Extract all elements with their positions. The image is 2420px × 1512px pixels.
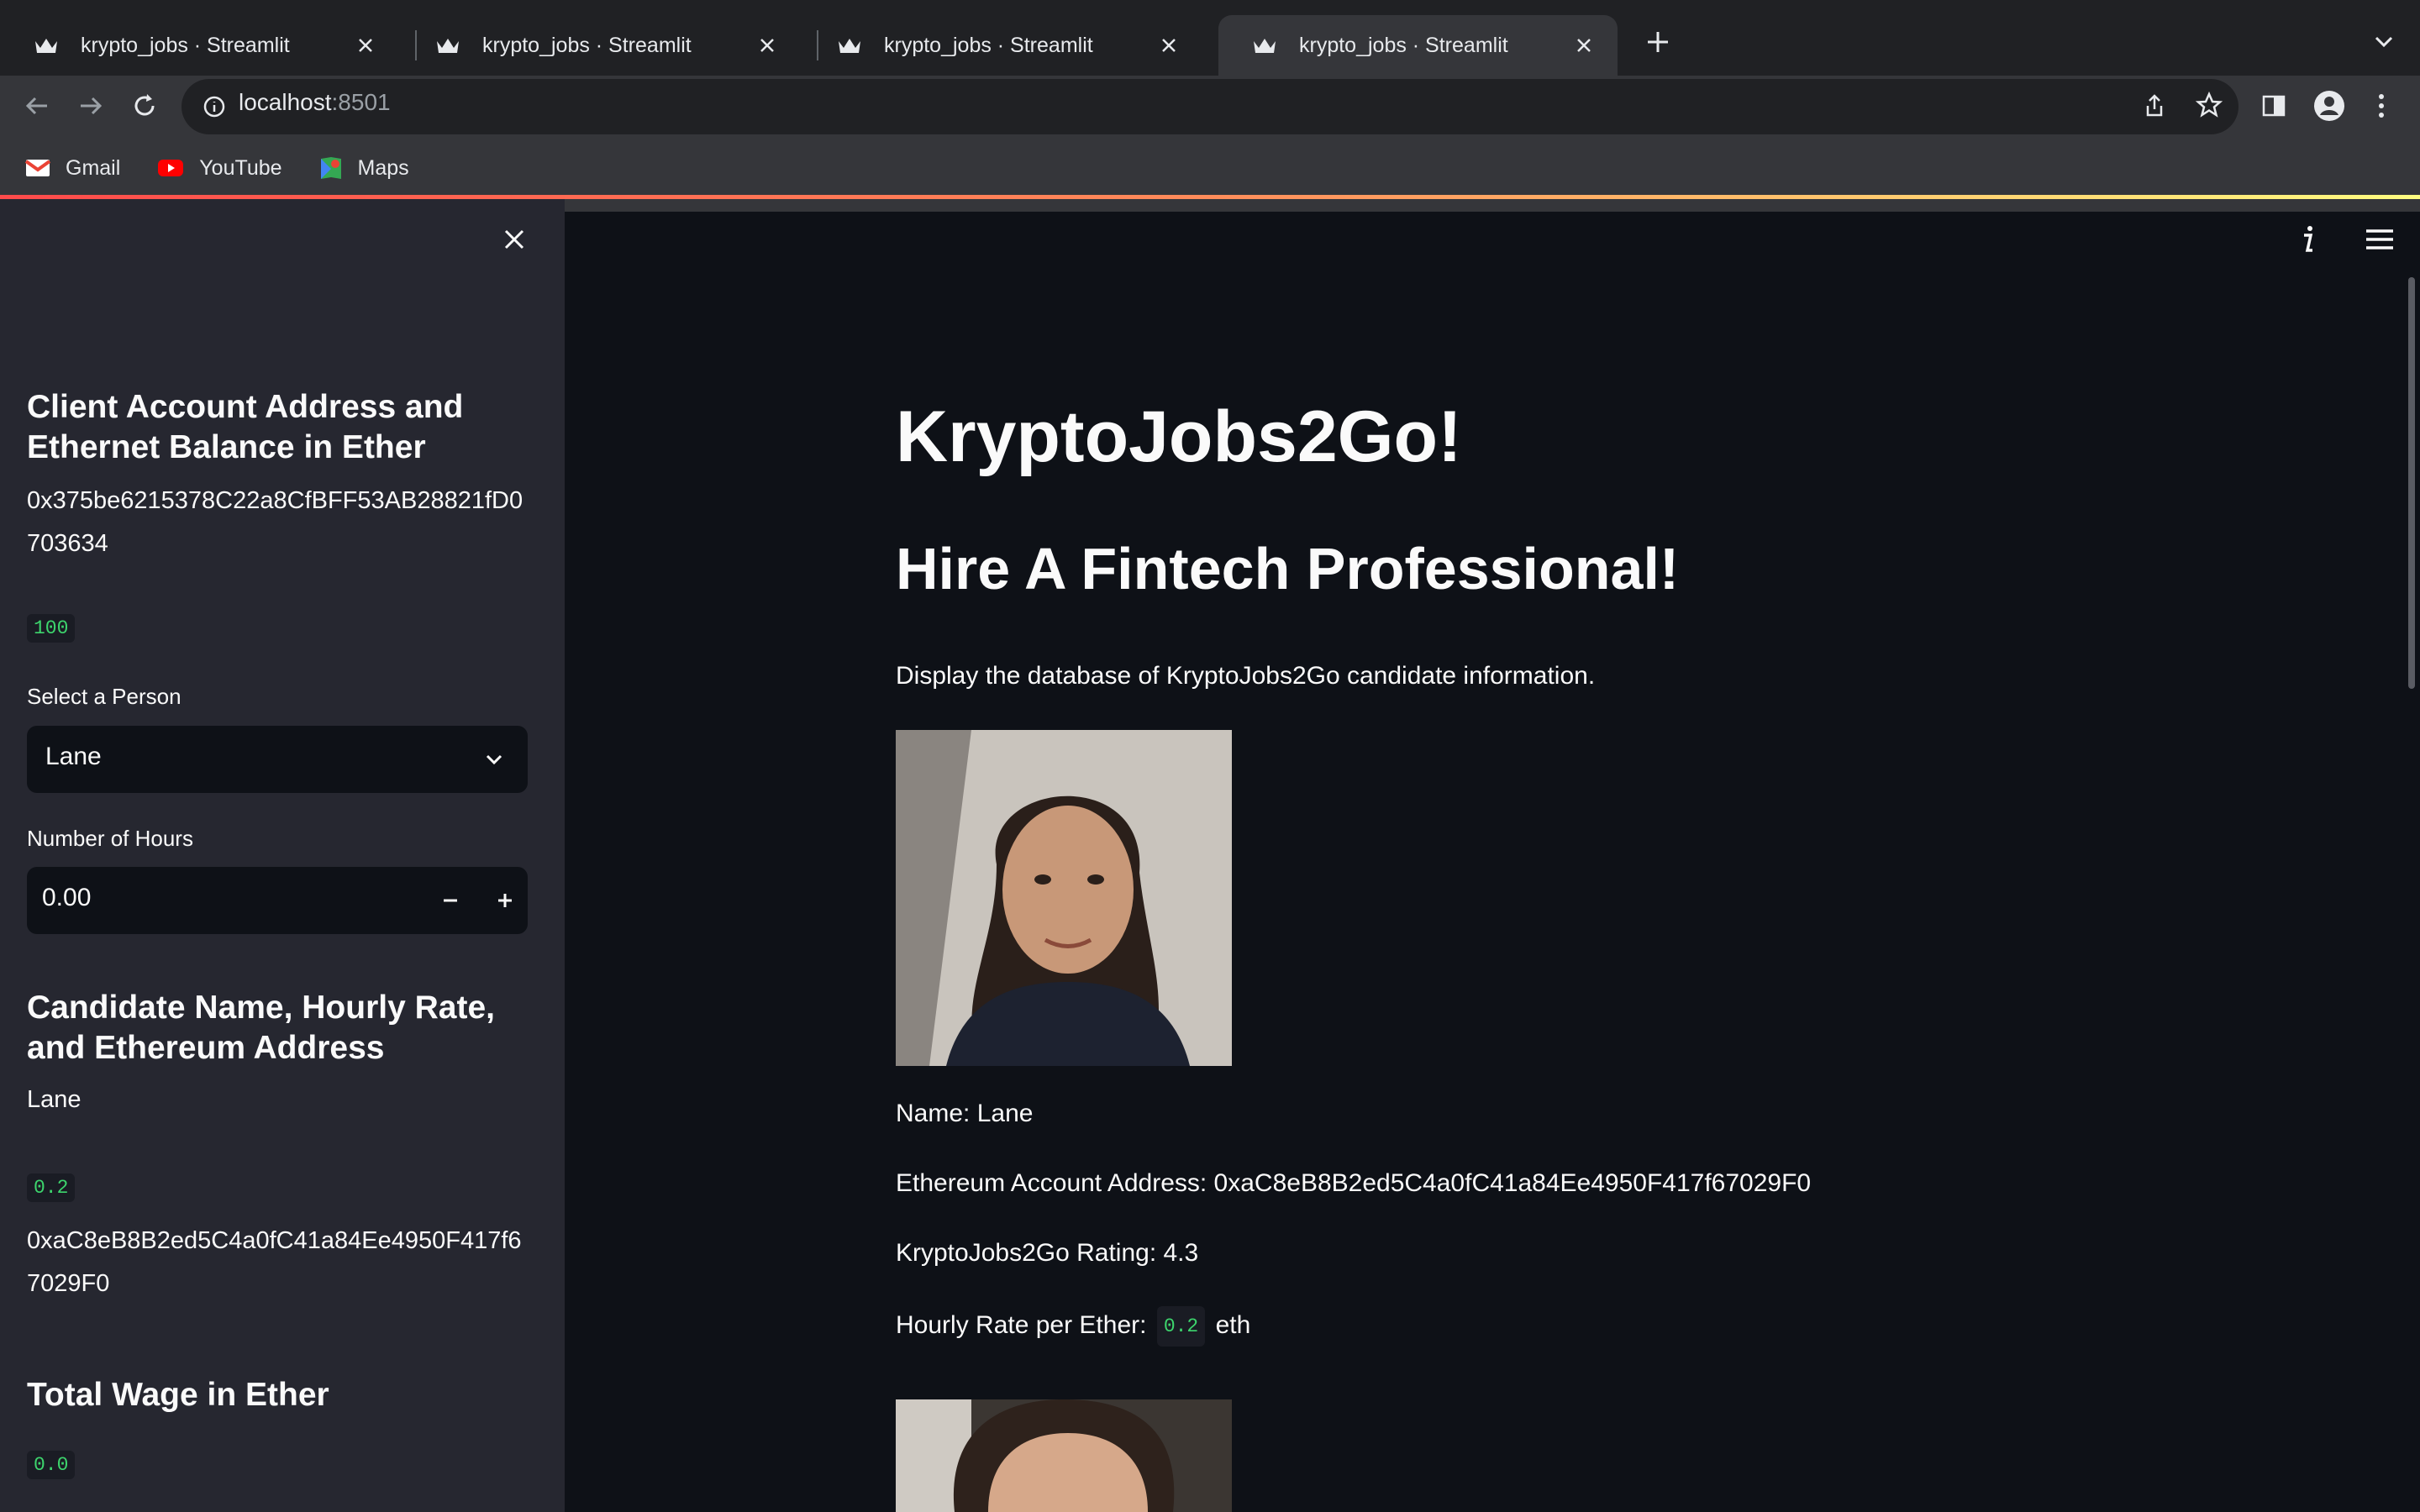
rate-value: 0.2	[1156, 1306, 1206, 1347]
plus-icon[interactable]	[1641, 25, 1675, 59]
chevron-down-icon	[486, 754, 502, 765]
plus-icon[interactable]	[493, 889, 517, 912]
select-person-value: Lane	[45, 743, 102, 770]
rate-prefix: Hourly Rate per Ether:	[896, 1311, 1147, 1339]
candidate-name-line: Name: Lane	[896, 1100, 1034, 1127]
address-bar[interactable]	[182, 79, 2238, 134]
browser-tab-bar: krypto_jobs · Streamlit krypto_jobs · St…	[0, 0, 2420, 76]
hamburger-menu-icon[interactable]	[2363, 227, 2396, 252]
url-text[interactable]: localhost:8501	[239, 89, 391, 116]
close-icon[interactable]	[1572, 34, 1596, 57]
url-port: :8501	[331, 89, 391, 115]
kebab-menu-icon[interactable]	[2371, 91, 2391, 121]
tab-title: krypto_jobs · Streamlit	[884, 33, 1093, 57]
browser-tab[interactable]: krypto_jobs · Streamlit	[803, 15, 1202, 76]
select-person-dropdown[interactable]: Lane	[27, 726, 528, 793]
forward-icon[interactable]	[72, 87, 109, 124]
scrollbar[interactable]	[2408, 277, 2415, 689]
crown-icon	[839, 39, 860, 53]
profile-icon[interactable]	[2312, 89, 2346, 123]
tab-title: krypto_jobs · Streamlit	[482, 33, 692, 57]
wage-heading: Total Wage in Ether	[27, 1377, 329, 1413]
close-icon[interactable]	[755, 34, 779, 57]
wage-value: 0.0	[27, 1451, 76, 1479]
candidate-rate: 0.2	[27, 1173, 76, 1202]
account-address: 0x375be6215378C22a8CfBFF53AB28821fD07036…	[27, 487, 523, 557]
candidate-heading: Candidate Name, Hourly Rate, and Ethereu…	[27, 990, 495, 1066]
bookmark-label: Gmail	[66, 155, 121, 180]
bookmarks-bar: Gmail YouTube Maps	[0, 144, 421, 192]
browser-tab-active[interactable]: krypto_jobs · Streamlit	[1218, 15, 1618, 76]
crown-icon	[437, 39, 459, 53]
tab-title: krypto_jobs · Streamlit	[81, 33, 290, 57]
hours-label: Number of Hours	[27, 826, 193, 851]
rate-suffix: eth	[1215, 1311, 1251, 1339]
close-icon[interactable]	[1157, 34, 1181, 57]
info-icon[interactable]	[2297, 223, 2319, 255]
bookmark-label: YouTube	[199, 155, 282, 180]
candidate-address: 0xaC8eB8B2ed5C4a0fC41a84Ee4950F417f67029…	[27, 1227, 522, 1297]
account-heading: Client Account Address and Ethernet Bala…	[27, 389, 464, 465]
sidebar: Client Account Address and Ethernet Bala…	[0, 199, 565, 1512]
gmail-icon	[25, 160, 50, 176]
youtube-icon	[158, 160, 184, 176]
star-icon[interactable]	[2195, 91, 2223, 119]
crown-icon	[35, 39, 57, 53]
page-subtitle: Hire A Fintech Professional!	[896, 536, 1680, 601]
page-description: Display the database of KryptoJobs2Go ca…	[896, 662, 1596, 690]
close-icon[interactable]	[354, 34, 377, 57]
side-panel-icon[interactable]	[2260, 92, 2287, 119]
select-person-label: Select a Person	[27, 684, 182, 709]
browser-tab[interactable]: krypto_jobs · Streamlit	[402, 15, 801, 76]
share-icon[interactable]	[2141, 92, 2168, 119]
maps-icon	[320, 157, 341, 179]
page-title: KryptoJobs2Go!	[896, 396, 1462, 477]
candidate-rating-line: KryptoJobs2Go Rating: 4.3	[896, 1239, 1199, 1267]
reload-icon[interactable]	[126, 87, 163, 124]
candidate-name: Lane	[27, 1086, 82, 1113]
crown-icon	[1254, 39, 1276, 53]
back-icon[interactable]	[18, 87, 55, 124]
candidate-address-line: Ethereum Account Address: 0xaC8eB8B2ed5C…	[896, 1169, 1812, 1197]
balance-value: 100	[27, 614, 76, 643]
url-host: localhost	[239, 89, 332, 115]
bookmark-gmail[interactable]: Gmail	[25, 156, 120, 181]
candidate-rate-line: Hourly Rate per Ether: 0.2 eth	[896, 1306, 1250, 1347]
hours-value: 0.00	[42, 884, 92, 911]
tab-title: krypto_jobs · Streamlit	[1299, 33, 1508, 57]
hours-number-input[interactable]: 0.00	[27, 867, 528, 934]
close-icon[interactable]	[501, 226, 528, 253]
chevron-down-icon[interactable]	[2370, 27, 2398, 55]
info-icon[interactable]	[202, 94, 227, 119]
bookmark-maps[interactable]: Maps	[319, 155, 409, 181]
candidate-photo	[896, 730, 1232, 1066]
bookmark-label: Maps	[357, 155, 409, 180]
browser-tab[interactable]: krypto_jobs · Streamlit	[0, 15, 399, 76]
bookmark-youtube[interactable]: YouTube	[157, 155, 282, 181]
candidate-photo	[896, 1399, 1232, 1512]
minus-icon[interactable]	[439, 889, 462, 912]
